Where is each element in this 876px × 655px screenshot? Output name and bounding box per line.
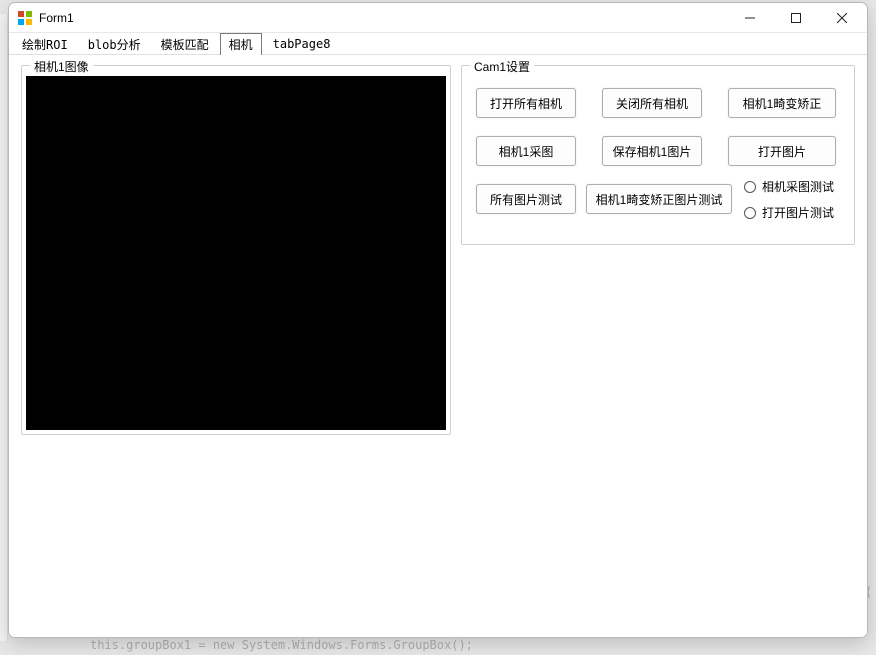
close-all-cameras-button[interactable]: 关闭所有相机 [602, 88, 702, 118]
open-image-button[interactable]: 打开图片 [728, 136, 836, 166]
camera-capture-test-label: 相机采图测试 [762, 178, 834, 195]
tab-camera[interactable]: 相机 [220, 33, 262, 56]
camera-capture-test-radio[interactable]: 相机采图测试 [744, 178, 834, 195]
camera1-capture-button[interactable]: 相机1采图 [476, 136, 576, 166]
titlebar: Form1 [9, 3, 867, 33]
camera1-distortion-correction-button[interactable]: 相机1畸变矫正 [728, 88, 836, 118]
save-camera1-image-button[interactable]: 保存相机1图片 [602, 136, 702, 166]
radio-icon [744, 207, 756, 219]
all-images-test-button[interactable]: 所有图片测试 [476, 184, 576, 214]
tab-content: 相机1图像 Cam1设置 打开所有相机 关闭所有相机 相机1畸变矫正 相机1采图… [9, 55, 867, 637]
window-controls [727, 3, 865, 32]
tab-page8[interactable]: tabPage8 [264, 34, 340, 53]
camera1-image-surface [26, 76, 446, 430]
open-image-test-radio[interactable]: 打开图片测试 [744, 204, 834, 221]
cam1-settings-legend: Cam1设置 [470, 58, 534, 75]
window-title: Form1 [39, 11, 74, 25]
radio-icon [744, 181, 756, 193]
editor-gutter [0, 14, 8, 641]
app-icon [17, 10, 33, 26]
close-button[interactable] [819, 3, 865, 32]
camera1-distortion-image-test-button[interactable]: 相机1畸变矫正图片测试 [586, 184, 732, 214]
tab-strip: 绘制ROI blob分析 模板匹配 相机 tabPage8 [9, 33, 867, 55]
minimize-button[interactable] [727, 3, 773, 32]
tab-blob[interactable]: blob分析 [79, 33, 150, 55]
tab-template[interactable]: 模板匹配 [152, 33, 218, 55]
background-code-line: this.groupBox1 = new System.Windows.Form… [90, 638, 473, 652]
cam1-settings-group: Cam1设置 打开所有相机 关闭所有相机 相机1畸变矫正 相机1采图 保存相机1… [461, 65, 855, 245]
maximize-button[interactable] [773, 3, 819, 32]
tab-roi[interactable]: 绘制ROI [13, 33, 77, 55]
open-all-cameras-button[interactable]: 打开所有相机 [476, 88, 576, 118]
form-window: Form1 绘制ROI blob分析 模板匹配 相机 tabPage8 相机1图… [8, 2, 868, 638]
camera1-image-legend: 相机1图像 [30, 58, 93, 75]
open-image-test-label: 打开图片测试 [762, 204, 834, 221]
camera1-image-group: 相机1图像 [21, 65, 451, 435]
